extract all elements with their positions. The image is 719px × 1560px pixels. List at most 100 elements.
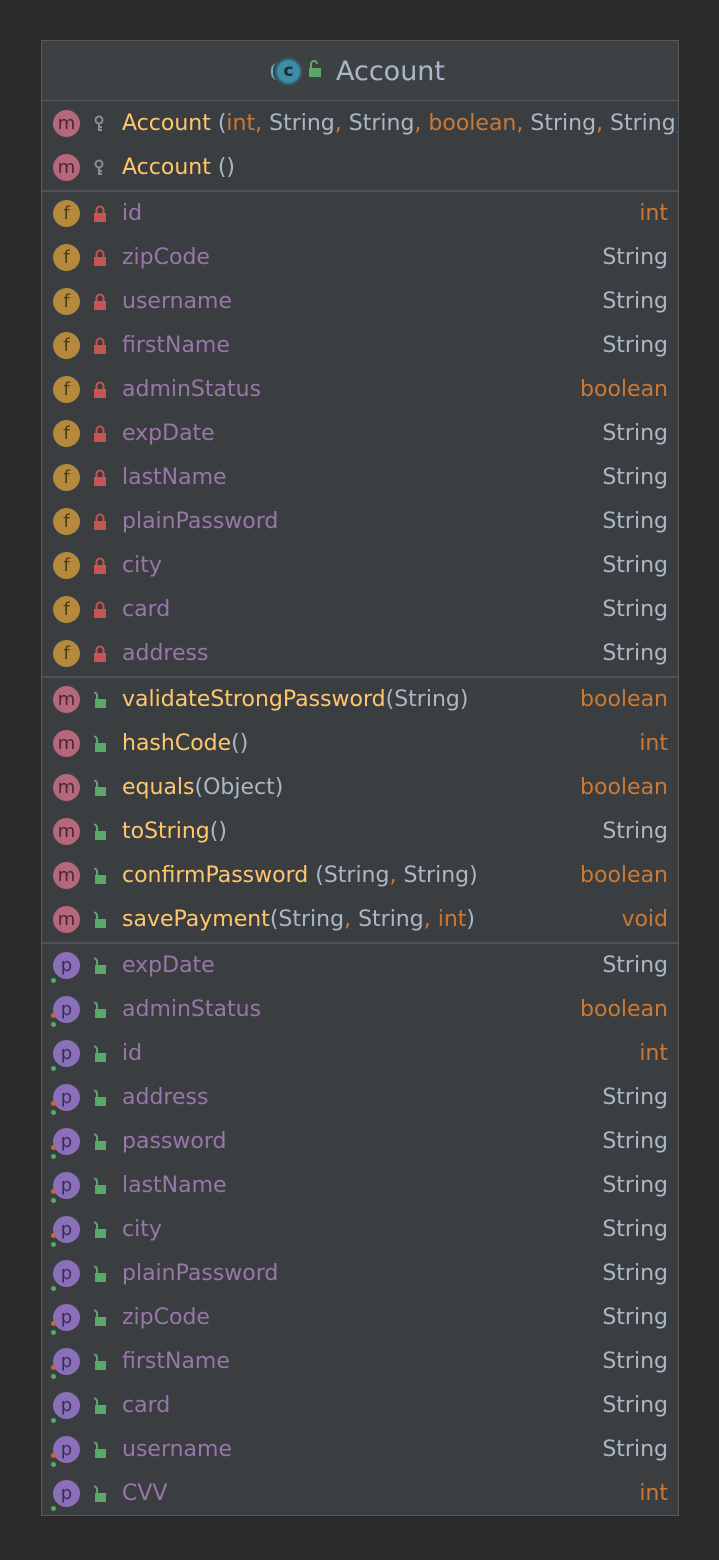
field-row[interactable]: f lastName String	[42, 456, 678, 500]
private-lock-icon	[93, 469, 107, 487]
method-row[interactable]: m savePayment(String, String, int) void	[42, 898, 678, 942]
field-type: String	[602, 641, 668, 666]
field-row[interactable]: f adminStatus boolean	[42, 368, 678, 412]
getter-dot	[51, 1418, 56, 1423]
public-visibility-icon	[93, 1485, 107, 1503]
constructor-row[interactable]: m Account ()	[42, 146, 678, 190]
param-type: String	[394, 687, 460, 712]
public-visibility-icon	[93, 1089, 107, 1107]
public-visibility-icon	[93, 691, 107, 709]
field-row[interactable]: f firstName String	[42, 324, 678, 368]
public-visibility-icon	[93, 1177, 107, 1195]
paren-close: )	[218, 819, 227, 844]
property-name: adminStatus	[122, 997, 262, 1022]
paren-close: )	[466, 907, 475, 932]
field-row[interactable]: f plainPassword String	[42, 500, 678, 544]
param-type: String	[610, 111, 676, 136]
method-return-type: boolean	[580, 863, 668, 888]
property-icon: p	[53, 1392, 80, 1419]
property-row[interactable]: p id int	[42, 1032, 678, 1076]
class-icon: c	[270, 57, 302, 85]
getter-dot	[51, 1242, 56, 1247]
field-name: zipCode	[122, 245, 210, 270]
property-row[interactable]: p plainPassword String	[42, 1252, 678, 1296]
property-icon: p	[53, 1348, 80, 1375]
private-lock-icon	[93, 293, 107, 311]
field-row[interactable]: f expDate String	[42, 412, 678, 456]
property-row[interactable]: p card String	[42, 1384, 678, 1428]
private-lock-icon	[93, 249, 107, 267]
comma: ,	[334, 111, 342, 136]
method-row[interactable]: m validateStrongPassword(String) boolean	[42, 678, 678, 722]
field-icon: f	[53, 200, 80, 227]
field-row[interactable]: f username String	[42, 280, 678, 324]
constructor-signature: Account (int, String, String, boolean, S…	[122, 102, 678, 146]
method-row[interactable]: m confirmPassword (String, String) boolean	[42, 854, 678, 898]
property-row[interactable]: p adminStatus boolean	[42, 988, 678, 1032]
field-icon: f	[53, 420, 80, 447]
field-row[interactable]: f id int	[42, 192, 678, 236]
method-row[interactable]: m toString() String	[42, 810, 678, 854]
property-name: card	[122, 1393, 171, 1418]
property-name: CVV	[122, 1481, 168, 1506]
public-visibility-icon	[93, 1265, 107, 1283]
public-visibility-icon	[93, 823, 107, 841]
setter-dot	[51, 1101, 56, 1106]
property-row[interactable]: p expDate String	[42, 944, 678, 988]
method-return-type: int	[639, 731, 668, 756]
property-row[interactable]: p password String	[42, 1120, 678, 1164]
method-row[interactable]: m equals(Object) boolean	[42, 766, 678, 810]
field-row[interactable]: f zipCode String	[42, 236, 678, 280]
field-icon: f	[53, 596, 80, 623]
private-lock-icon	[93, 381, 107, 399]
property-name: address	[122, 1085, 209, 1110]
field-icon: f	[53, 288, 80, 315]
field-icon: f	[53, 552, 80, 579]
property-icon: p	[53, 1128, 80, 1155]
public-visibility-icon	[93, 911, 107, 929]
field-row[interactable]: f city String	[42, 544, 678, 588]
property-row[interactable]: p firstName String	[42, 1340, 678, 1384]
param-type: String	[348, 111, 415, 136]
paren-close: )	[469, 863, 478, 888]
property-row[interactable]: p zipCode String	[42, 1296, 678, 1340]
property-type: String	[602, 1085, 668, 1110]
class-header[interactable]: c Account	[42, 41, 678, 101]
field-type: boolean	[580, 377, 668, 402]
property-row[interactable]: p city String	[42, 1208, 678, 1252]
field-row[interactable]: f card String	[42, 588, 678, 632]
getter-dot	[51, 1506, 56, 1511]
setter-dot	[51, 1233, 56, 1238]
public-visibility-icon	[93, 1133, 107, 1151]
param-type: String	[403, 863, 470, 888]
property-type: String	[602, 1393, 668, 1418]
property-name: id	[122, 1041, 143, 1066]
field-type: String	[602, 245, 668, 270]
method-icon: m	[53, 110, 80, 137]
getter-dot	[51, 1330, 56, 1335]
property-row[interactable]: p lastName String	[42, 1164, 678, 1208]
field-row[interactable]: f address String	[42, 632, 678, 676]
public-visibility-icon	[93, 1045, 107, 1063]
getter-dot	[51, 1374, 56, 1379]
field-type: String	[602, 421, 668, 446]
getter-dot	[51, 1110, 56, 1115]
paren-close: )	[459, 687, 469, 712]
method-row[interactable]: m hashCode() int	[42, 722, 678, 766]
property-row[interactable]: p address String	[42, 1076, 678, 1120]
param-type: Object	[203, 775, 275, 800]
property-name: zipCode	[122, 1305, 210, 1330]
method-signature: hashCode()	[122, 722, 248, 766]
property-name: firstName	[122, 1349, 230, 1374]
field-type: String	[602, 597, 668, 622]
method-return-type: void	[621, 907, 668, 932]
property-type: String	[602, 1349, 668, 1374]
property-row[interactable]: p username String	[42, 1428, 678, 1472]
constructor-row[interactable]: m Account (int, String, String, boolean, …	[42, 102, 678, 146]
setter-dot	[51, 1145, 56, 1150]
property-icon: p	[53, 996, 80, 1023]
property-row[interactable]: p CVV int	[42, 1472, 678, 1516]
public-visibility-icon	[93, 1001, 107, 1019]
property-icon: p	[53, 1480, 80, 1507]
method-return-type: boolean	[580, 687, 668, 712]
